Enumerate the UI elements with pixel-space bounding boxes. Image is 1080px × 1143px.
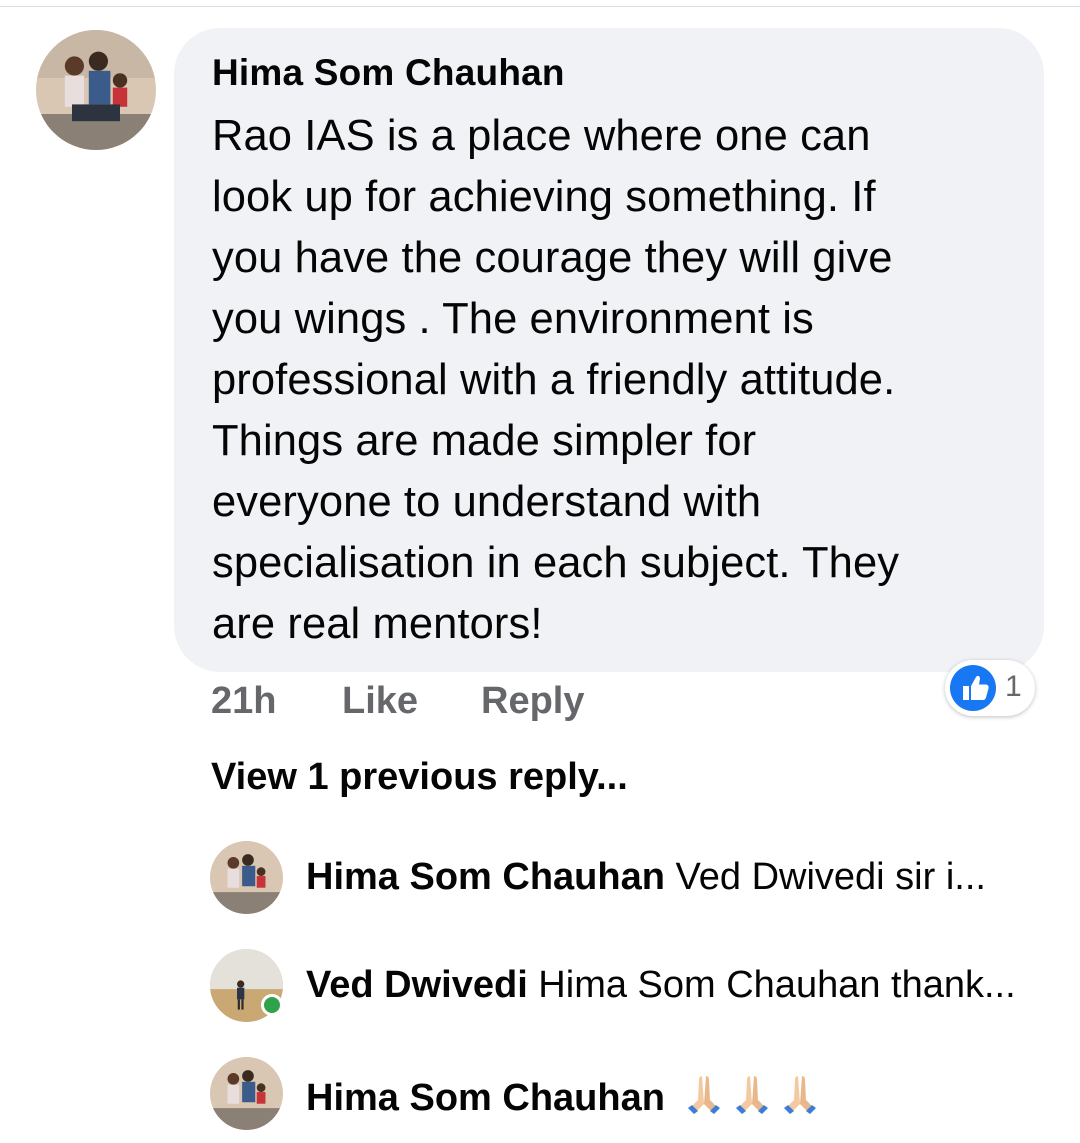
folded-hands-icon (783, 1076, 816, 1114)
avatar[interactable] (210, 841, 283, 914)
reply-snippet: Ved Dwivedi sir i... (664, 856, 986, 898)
view-previous-replies-link[interactable]: View 1 previous reply... (211, 756, 628, 799)
online-status-indicator (261, 994, 283, 1016)
like-button[interactable]: Like (342, 680, 418, 723)
reaction-count[interactable]: 1 (945, 660, 1035, 716)
comment-text: Rao IAS is a place where one can look up… (212, 112, 900, 648)
folded-hands-icon (735, 1076, 768, 1114)
divider (0, 6, 1080, 7)
reply-author[interactable]: Hima Som Chauhan (306, 1077, 665, 1119)
reply-author[interactable]: Ved Dwivedi (306, 964, 528, 1006)
comment-author[interactable]: Hima Som Chauhan (212, 52, 565, 94)
comment-timestamp[interactable]: 21h (211, 680, 276, 723)
reply-author[interactable]: Hima Som Chauhan (306, 856, 665, 898)
folded-hands-emoji-group (682, 1072, 826, 1126)
reply-snippet: Hima Som Chauhan thank... (527, 964, 1016, 1006)
avatar[interactable] (36, 30, 156, 150)
reply-button[interactable]: Reply (481, 680, 584, 723)
reply-item[interactable]: Hima Som Chauhan Ved Dwivedi sir i... (306, 856, 986, 899)
reply-item[interactable]: Ved Dwivedi Hima Som Chauhan thank... (306, 964, 1016, 1007)
reply-item[interactable]: Hima Som Chauhan (306, 1072, 826, 1126)
avatar[interactable] (210, 1057, 283, 1130)
reaction-count-value: 1 (1005, 670, 1022, 703)
folded-hands-icon (687, 1076, 720, 1114)
like-icon (949, 664, 997, 712)
